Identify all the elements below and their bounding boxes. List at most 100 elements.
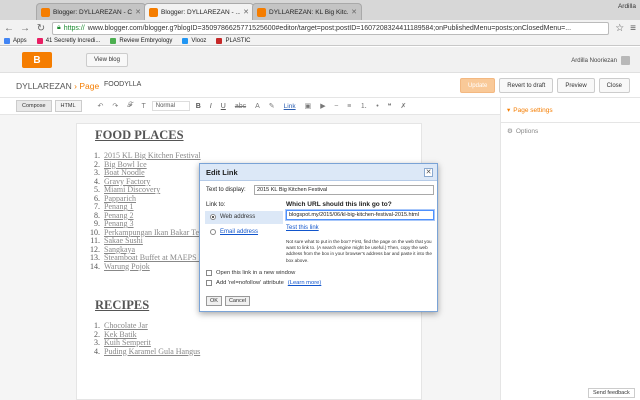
post-actions: Update Revert to draft Preview Close	[459, 78, 630, 93]
text-to-display-label: Text to display:	[206, 187, 246, 193]
close-icon[interactable]: ✕	[135, 8, 141, 16]
strikethrough-icon[interactable]: abc	[232, 103, 249, 110]
dialog-buttons: OK Cancel	[206, 296, 251, 306]
ok-button[interactable]: OK	[206, 296, 222, 306]
menu-icon[interactable]: ≡	[630, 23, 636, 34]
help-text: Not sure what to put in the box? First, …	[286, 239, 432, 263]
bookmark-item[interactable]: Review Embryology	[110, 37, 172, 44]
divider	[501, 122, 640, 123]
nofollow-option[interactable]: Add 'rel=nofollow' attribute (Learn more…	[206, 280, 321, 286]
breadcrumb-separator: ›	[74, 81, 77, 91]
star-icon[interactable]: ☆	[615, 23, 624, 34]
blogger-favicon-icon	[257, 7, 266, 17]
options-item[interactable]: ⚙ Options	[507, 127, 538, 136]
bookmark-apps[interactable]: Apps	[4, 37, 27, 44]
bookmark-item[interactable]: Vlooz	[182, 37, 206, 44]
quote-icon[interactable]: ❝	[385, 102, 395, 110]
html-mode-button[interactable]: HTML	[54, 100, 82, 112]
font-size-icon[interactable]: T	[138, 103, 148, 110]
italic-icon[interactable]: I	[207, 103, 215, 110]
food-list: 1. 2015 KL Big Kitchen Festival 2. Big Bow…	[89, 151, 201, 272]
revert-to-draft-button[interactable]: Revert to draft	[499, 78, 554, 93]
blogger-logo-icon[interactable]: B	[22, 52, 52, 68]
learn-more-link[interactable]: (Learn more)	[288, 280, 322, 286]
bookmarks-bar: Apps 41 Secretly Incredi... Review Embry…	[0, 36, 640, 46]
link-to-label: Link to:	[206, 202, 226, 208]
browser-tab-1[interactable]: Blogger: DYLLAREZAN - C... ✕	[36, 3, 146, 20]
update-button[interactable]: Update	[459, 78, 496, 93]
highlight-icon[interactable]: ✎	[266, 102, 278, 110]
browser-tab-2[interactable]: Blogger: DYLLAREZAN - ... ✕	[144, 3, 254, 20]
link-button[interactable]: Link	[281, 103, 299, 110]
edit-link-dialog: Edit Link ✕ Text to display: 2015 KL Big…	[199, 163, 438, 312]
preview-button[interactable]: Preview	[557, 78, 595, 93]
chevron-down-icon: ▾	[507, 107, 511, 114]
close-icon[interactable]: ✕	[351, 8, 357, 16]
jump-break-icon[interactable]: ⎯	[332, 102, 342, 110]
text-to-display-input[interactable]: 2015 KL Big Kitchen Festival	[254, 185, 434, 195]
page-label: Page	[79, 81, 100, 91]
bold-icon[interactable]: B	[193, 103, 204, 110]
text-color-icon[interactable]: A	[252, 103, 263, 110]
web-address-option[interactable]: Web address	[210, 214, 255, 220]
browser-user-chip[interactable]: Ardilla	[618, 3, 636, 10]
blog-name: DYLLAREZAN	[16, 81, 72, 91]
apps-grid-icon	[4, 37, 10, 44]
bullet-list-icon[interactable]: •	[373, 103, 381, 110]
close-icon[interactable]: ✕	[424, 168, 433, 177]
numbered-list-icon[interactable]: ⒈	[357, 101, 370, 111]
cancel-button[interactable]: Cancel	[224, 296, 251, 306]
account-name: Ardilla Nooriezan	[571, 57, 617, 64]
editor-toolbar: Compose HTML ↶ ↷ 𝓕 T Normal B I U abc A …	[0, 98, 500, 115]
dialog-title: Edit Link	[200, 164, 437, 181]
close-button[interactable]: Close	[598, 78, 630, 93]
list-item[interactable]: 14. Warung Pojok	[89, 262, 201, 272]
account-menu[interactable]: Ardilla Nooriezan	[571, 56, 630, 65]
checkbox[interactable]	[206, 270, 212, 276]
reload-icon[interactable]: ↻	[36, 23, 46, 34]
radio-selected-icon[interactable]	[210, 214, 216, 220]
page-title-input[interactable]: FOODYLLA	[104, 81, 141, 88]
list-item[interactable]: 4. Puding Karamel Gula Hangus	[89, 347, 200, 357]
back-arrow-icon[interactable]: ←	[4, 23, 14, 34]
recipe-list: 1. Chocolate Jar 2. Kek Batik 3. Kuih Sempe…	[89, 321, 200, 357]
video-icon[interactable]: ▶	[317, 102, 328, 110]
redo-icon[interactable]: ↷	[109, 102, 121, 110]
bookmark-favicon-icon	[182, 37, 189, 44]
tab-title: Blogger: DYLLAREZAN - C...	[53, 8, 133, 16]
page-settings-header[interactable]: ▾ Page settings	[507, 106, 553, 115]
bookmark-favicon-icon	[216, 37, 223, 44]
send-feedback-button[interactable]: Send feedback	[588, 388, 635, 398]
checkbox[interactable]	[206, 280, 212, 286]
format-select[interactable]: Normal	[151, 101, 190, 111]
test-link[interactable]: Test this link	[286, 225, 319, 231]
breadcrumb: DYLLAREZAN › Page	[16, 81, 99, 91]
compose-mode-button[interactable]: Compose	[16, 100, 52, 112]
close-icon[interactable]: ✕	[243, 8, 249, 16]
undo-icon[interactable]: ↶	[95, 102, 107, 110]
clear-format-icon[interactable]: ✗	[397, 102, 409, 110]
browser-tabstrip: Blogger: DYLLAREZAN - C... ✕ Blogger: DY…	[0, 0, 640, 20]
url-input[interactable]: blogspot.my/2015/06/kl-big-kitchen-festi…	[286, 210, 434, 220]
tab-title: Blogger: DYLLAREZAN - ...	[161, 8, 241, 16]
image-icon[interactable]: ▣	[302, 102, 315, 110]
browser-tab-3[interactable]: DYLLAREZAN: KL Big Kitc... ✕	[252, 3, 362, 20]
font-family-icon[interactable]: 𝓕	[124, 102, 135, 110]
bookmark-item[interactable]: PLASTIC	[216, 37, 250, 44]
heading-food-places: FOOD PLACES	[95, 128, 184, 142]
underline-icon[interactable]: U	[218, 103, 229, 110]
align-icon[interactable]: ≡	[344, 103, 354, 110]
browser-toolbar: ← → ↻ 🔒︎ https://www.blogger.com/blogger…	[0, 20, 640, 36]
bookmark-item[interactable]: 41 Secretly Incredi...	[36, 37, 100, 44]
bookmark-favicon-icon	[36, 37, 43, 44]
heading-recipes: RECIPES	[95, 298, 150, 312]
view-blog-button[interactable]: View blog	[86, 53, 128, 67]
new-window-option[interactable]: Open this link in a new window	[206, 270, 295, 276]
avatar	[621, 56, 630, 65]
radio-icon[interactable]	[210, 229, 216, 235]
url-text: www.blogger.com/blogger.g?blogID=3509786…	[87, 24, 572, 32]
forward-arrow-icon[interactable]: →	[20, 23, 30, 34]
post-settings-sidebar: ▾ Page settings ⚙ Options	[500, 98, 640, 400]
address-bar[interactable]: 🔒︎ https://www.blogger.com/blogger.g?blo…	[52, 21, 610, 35]
email-address-option[interactable]: Email address	[210, 229, 258, 235]
